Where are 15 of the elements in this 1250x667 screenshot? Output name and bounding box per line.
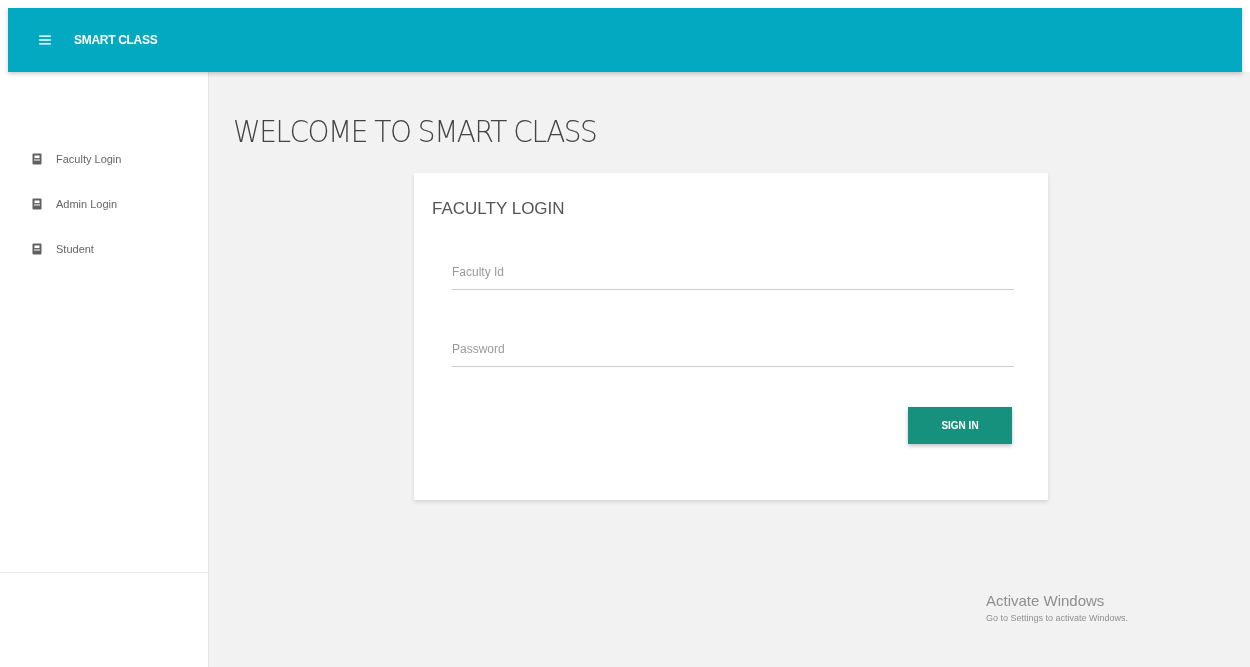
card-title: FACULTY LOGIN	[432, 199, 566, 219]
sign-in-button[interactable]: SIGN IN	[908, 407, 1012, 444]
contact-card-icon	[32, 152, 42, 165]
input-field[interactable]: Password	[452, 334, 1014, 367]
sidebar-item[interactable]: Admin Login	[32, 193, 172, 214]
input-field[interactable]: Faculty Id	[452, 257, 1014, 290]
activation-notice-title: Activate Windows	[986, 592, 1106, 609]
app-title: SMART CLASS	[74, 33, 158, 47]
contact-card-icon	[32, 197, 42, 210]
page-heading: WELCOME TO SMART CLASS	[233, 115, 598, 150]
sidebar-item[interactable]: Student	[32, 238, 172, 259]
activation-notice-text: Go to Settings to activate Windows.	[986, 613, 1129, 623]
contact-card-icon	[32, 242, 42, 255]
sidebar-item[interactable]: Faculty Login	[32, 148, 172, 169]
menu-icon[interactable]	[38, 33, 52, 47]
